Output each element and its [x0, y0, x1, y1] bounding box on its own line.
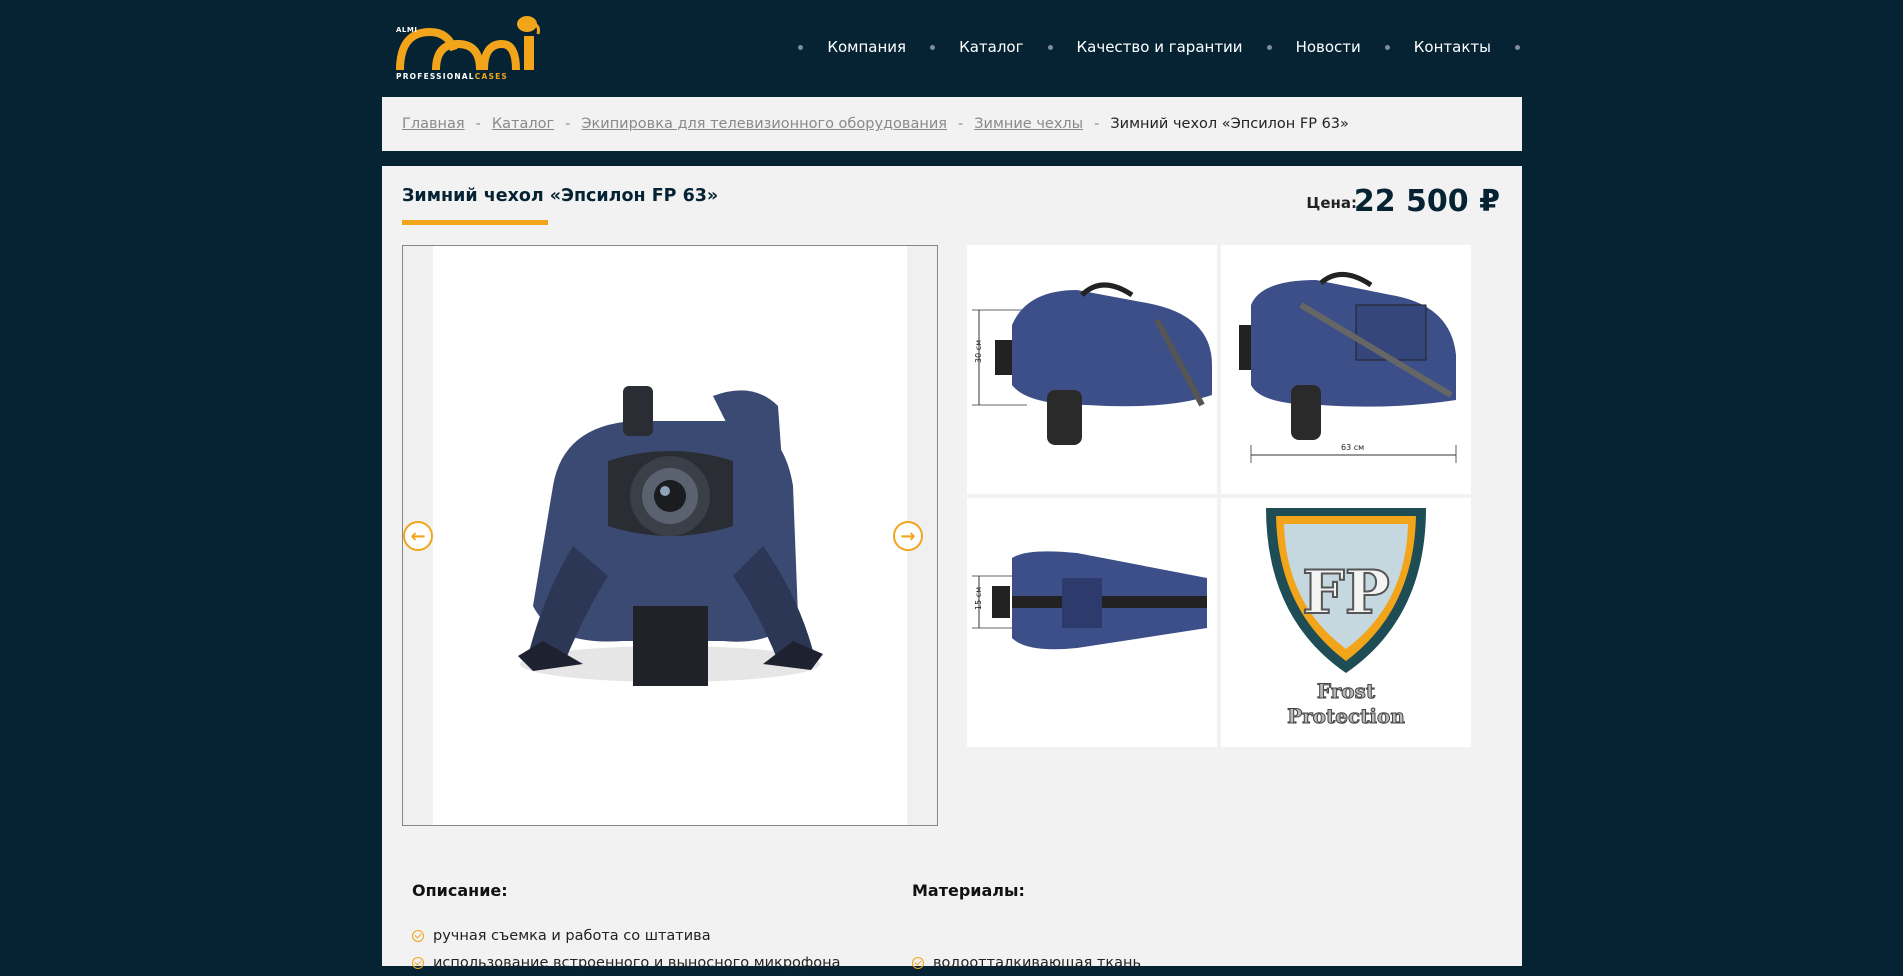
list-item-text: водоотталкивающая ткань: [933, 954, 1142, 971]
nav-item-contacts[interactable]: Контакты: [1414, 38, 1491, 56]
logo-letters: FP: [1302, 558, 1390, 628]
logo-small-text: ALMI: [396, 26, 418, 34]
logo-tagline-a: PROFESSIONAL: [396, 72, 475, 81]
main-nav: Компания Каталог Качество и гарантии Нов…: [774, 38, 1522, 56]
page-title: Зимний чехол «Эпсилон FP 63»: [402, 186, 719, 206]
length-dimension-label: 63 см: [1341, 443, 1364, 452]
list-item: ручная съемка и работа со штатива: [412, 922, 841, 949]
logo-tagline-b: CASES: [474, 72, 509, 81]
nav-dot: [798, 44, 804, 50]
nav-dot: [930, 44, 936, 50]
gallery-thumbnails: 30 см 63 см 15 см FP Frost Protection: [967, 245, 1471, 747]
logo-arches-icon: [396, 16, 540, 71]
list-item: использование встроенного и выносного ми…: [412, 949, 841, 976]
product-panel: Зимний чехол «Эпсилон FP 63» Цена: 22 50…: [382, 166, 1522, 971]
breadcrumb-separator: -: [475, 116, 481, 132]
almi-logo[interactable]: ALMI PROFESSIONALCASES: [396, 14, 542, 84]
gallery-next-button[interactable]: →: [893, 521, 923, 551]
nav-dot: [1266, 44, 1272, 50]
top-view-drawing: 15 см: [972, 551, 1207, 650]
check-icon: [412, 956, 424, 969]
back-view-drawing: 63 см: [1239, 272, 1457, 463]
frost-protection-shield-icon: FP Frost Protection: [1266, 508, 1426, 729]
check-icon: [412, 929, 424, 942]
height-dimension-label: 30 см: [974, 340, 983, 363]
list-item-text: ручная съемка и работа со штатива: [433, 927, 711, 944]
arrow-right-icon: →: [900, 525, 916, 547]
thumbnail-frost-protection-logo[interactable]: FP Frost Protection: [1221, 498, 1471, 747]
nav-dot: [1384, 44, 1390, 50]
camera-cover-photo: [518, 386, 823, 686]
logo-tagline: PROFESSIONALCASES: [396, 72, 508, 81]
logo-line-1: Frost: [1317, 679, 1376, 703]
breadcrumb-separator: -: [958, 116, 964, 132]
product-gallery: ← →: [402, 245, 938, 826]
breadcrumb-winter-covers[interactable]: Зимние чехлы: [974, 116, 1083, 132]
breadcrumb-tv-equipment[interactable]: Экипировка для телевизионного оборудован…: [581, 116, 947, 132]
nav-item-catalog[interactable]: Каталог: [959, 38, 1023, 56]
nav-item-company[interactable]: Компания: [827, 38, 906, 56]
thumbnail-back-view[interactable]: 63 см: [1221, 245, 1471, 494]
site-header: ALMI PROFESSIONALCASES Компания Каталог …: [382, 0, 1522, 97]
title-underline: [402, 220, 548, 225]
thumbnail-top-view[interactable]: 15 см: [967, 498, 1217, 747]
breadcrumb-current: Зимний чехол «Эпсилон FP 63»: [1110, 116, 1349, 132]
breadcrumb-catalog[interactable]: Каталог: [492, 116, 554, 132]
width-dimension-label: 15 см: [974, 587, 983, 610]
price-value: 22 500 ₽: [1353, 184, 1500, 219]
materials-list: водоотталкивающая ткань: [912, 949, 1141, 976]
materials-section: Материалы: водоотталкивающая ткань: [912, 881, 1141, 976]
nav-item-quality[interactable]: Качество и гарантии: [1077, 38, 1243, 56]
thumbnail-side-view[interactable]: 30 см: [967, 245, 1217, 494]
price-label: Цена:: [1306, 194, 1357, 212]
nav-dot: [1047, 44, 1053, 50]
description-list: ручная съемка и работа со штатива исполь…: [412, 922, 841, 976]
side-view-drawing: 30 см: [972, 282, 1212, 445]
list-item: водоотталкивающая ткань: [912, 949, 1141, 976]
check-icon: [912, 956, 924, 969]
breadcrumb-separator: -: [565, 116, 571, 132]
materials-heading: Материалы:: [912, 881, 1025, 900]
gallery-prev-button[interactable]: ←: [403, 521, 433, 551]
nav-item-news[interactable]: Новости: [1296, 38, 1361, 56]
nav-dot: [1515, 44, 1520, 50]
description-heading: Описание:: [412, 881, 508, 900]
logo-line-2: Protection: [1287, 704, 1405, 728]
breadcrumb-separator: -: [1094, 116, 1100, 132]
breadcrumb-home[interactable]: Главная: [402, 116, 465, 132]
arrow-left-icon: ←: [410, 525, 426, 547]
description-section: Описание: ручная съемка и работа со штат…: [412, 881, 841, 976]
gallery-main-image[interactable]: [433, 246, 907, 825]
list-item-text: использование встроенного и выносного ми…: [433, 954, 841, 971]
breadcrumb: Главная - Каталог - Экипировка для телев…: [382, 97, 1522, 151]
